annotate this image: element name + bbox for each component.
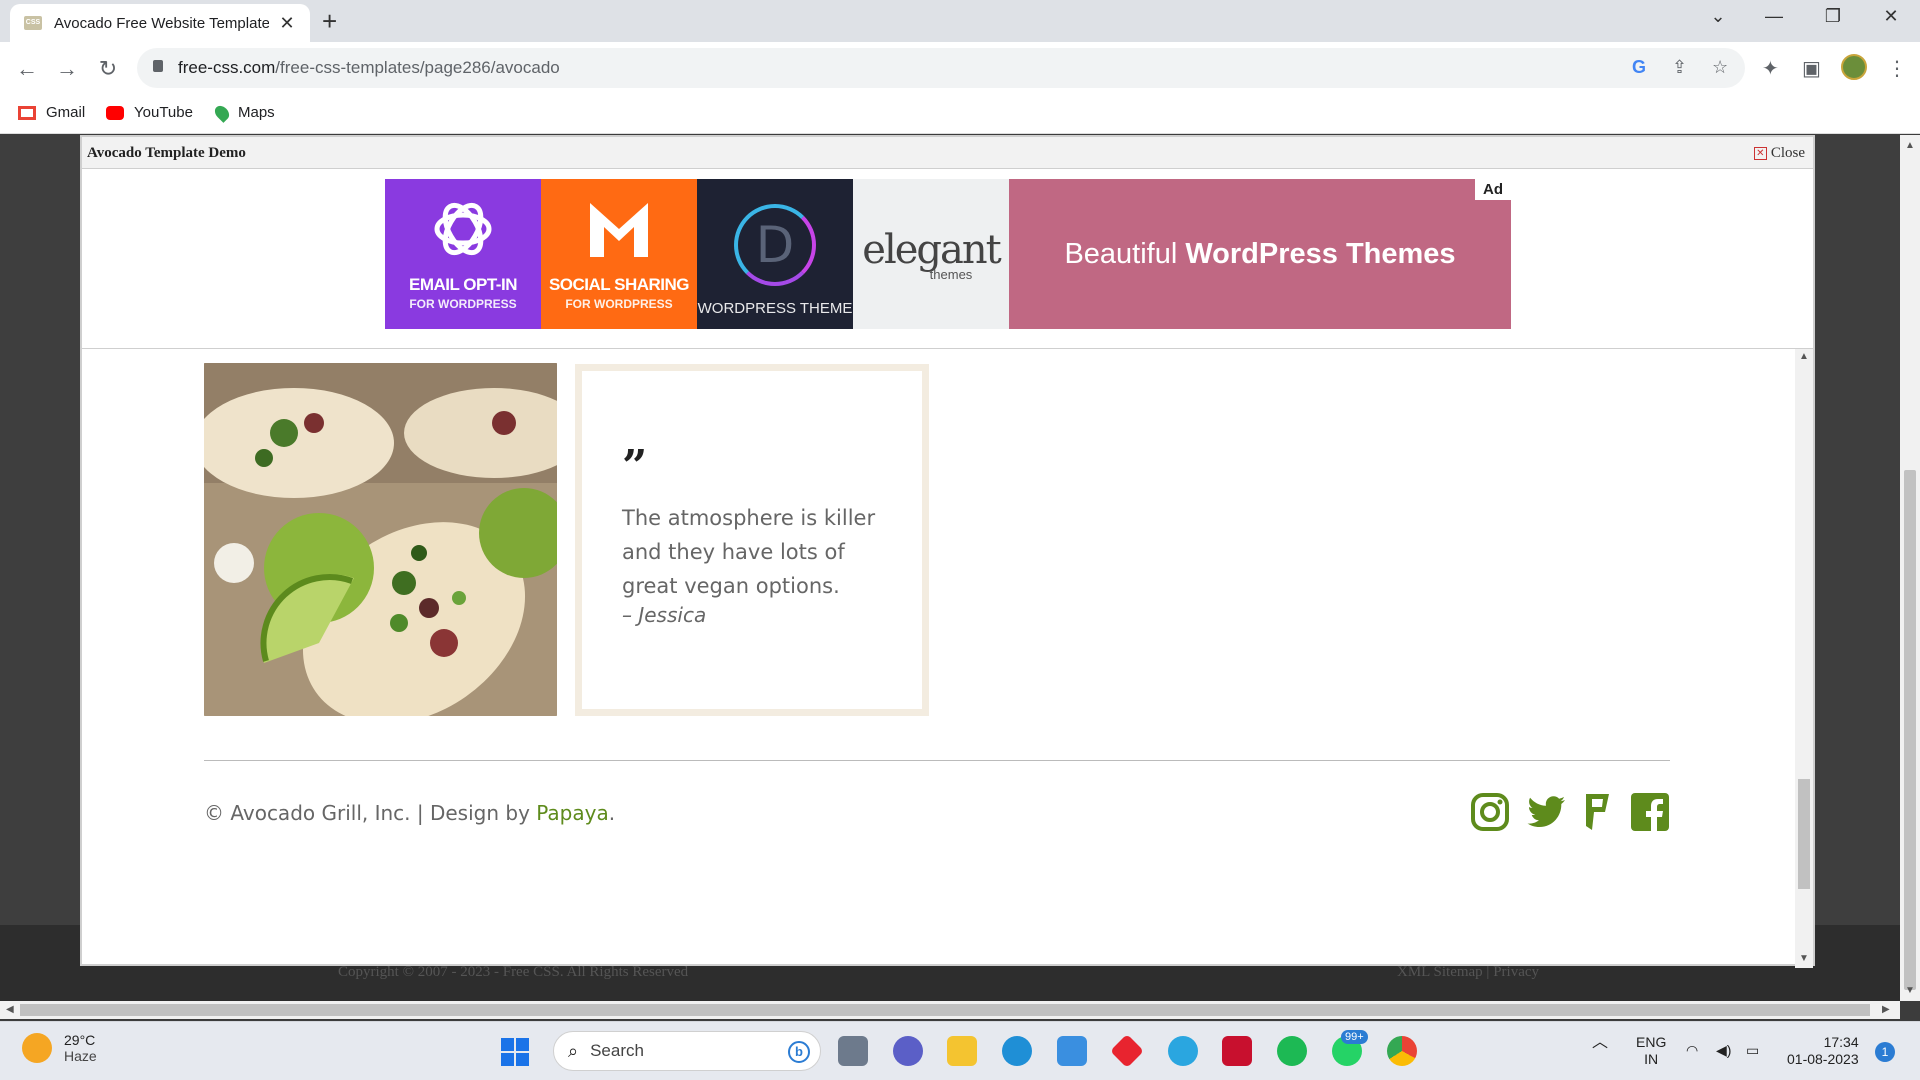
url-text[interactable]: free-css.com/free-css-templates/page286/… (178, 58, 560, 78)
ad-label: Ad (1475, 179, 1511, 200)
back-icon[interactable]: ← (12, 56, 42, 82)
ad-tile-email-optin[interactable]: EMAIL OPT-IN FOR WORDPRESS (385, 179, 541, 329)
google-icon[interactable]: G (1632, 57, 1646, 78)
weather-widget[interactable]: 29°C Haze (22, 1032, 97, 1064)
address-bar[interactable]: free-css.com/free-css-templates/page286/… (137, 48, 1745, 88)
bookmark-gmail[interactable]: Gmail (18, 104, 85, 121)
ad-divider (82, 348, 1813, 349)
wifi-icon[interactable]: ◠ (1686, 1042, 1698, 1059)
demo-header: Avocado Template Demo ✕ Close (82, 137, 1813, 169)
youtube-icon (106, 105, 124, 120)
page-vertical-scrollbar[interactable]: ▲ ▼ (1900, 135, 1920, 1001)
reload-icon[interactable]: ↻ (93, 56, 123, 82)
testimonial-text: The atmosphere is killer and they have l… (622, 506, 876, 598)
taco-photo (204, 363, 557, 716)
scroll-up-icon[interactable]: ▲ (1905, 140, 1915, 151)
bloom-logo-icon (434, 202, 492, 256)
bookmark-youtube[interactable]: YouTube (106, 104, 193, 121)
battery-icon[interactable]: ▭ (1746, 1042, 1759, 1059)
demo-scrollbar-thumb[interactable] (1798, 779, 1810, 889)
facebook-icon[interactable] (1630, 792, 1670, 832)
taco-image (204, 363, 557, 716)
haze-weather-icon (22, 1033, 52, 1063)
tab-search-chevron-icon[interactable]: ⌄ (1703, 6, 1733, 27)
hscrollbar-thumb[interactable] (20, 1004, 1870, 1016)
profile-avatar[interactable] (1841, 54, 1867, 80)
bookmark-star-icon[interactable]: ☆ (1712, 57, 1728, 78)
anydesk-icon[interactable] (1110, 1034, 1144, 1068)
task-view-icon[interactable] (838, 1036, 868, 1066)
demo-scroll-up-icon[interactable]: ▲ (1799, 351, 1809, 362)
footer-divider (204, 760, 1670, 761)
page-horizontal-scrollbar[interactable]: ◀ ▶ (0, 1001, 1900, 1019)
css-favicon-icon: CSS (24, 16, 42, 30)
page-footer-links[interactable]: XML Sitemap | Privacy (1397, 964, 1539, 981)
tab-title: Avocado Free Website Template (54, 14, 269, 32)
ad-tile-divi[interactable]: D WORDPRESS THEME (697, 179, 853, 329)
divi-logo-icon: D (734, 203, 816, 286)
close-x-icon[interactable]: ✕ (1753, 147, 1767, 160)
twitter-icon[interactable] (1527, 792, 1567, 832)
edge-icon[interactable] (1002, 1036, 1032, 1066)
side-panel-icon[interactable]: ▣ (1802, 56, 1821, 81)
taskbar-search[interactable]: ⌕ Search b (553, 1031, 821, 1071)
forward-icon[interactable]: → (52, 56, 82, 82)
ad-banner[interactable]: EMAIL OPT-IN FOR WORDPRESS SOCIAL SHARIN… (385, 179, 1511, 329)
maps-pin-icon (212, 102, 232, 123)
testimonial-author: – Jessica (622, 603, 707, 627)
clock[interactable]: 17:34 01-08-2023 (1787, 1034, 1859, 1068)
teams-chat-icon[interactable] (893, 1036, 923, 1066)
page-footer-copyright: Copyright © 2007 - 2023 - Free CSS. All … (338, 964, 689, 980)
papaya-link[interactable]: Papaya (536, 801, 608, 825)
bookmarks-bar: Gmail YouTube Maps (0, 98, 1920, 134)
demo-scrollbar[interactable]: ▲ ▼ (1795, 349, 1813, 968)
scroll-right-icon[interactable]: ▶ (1882, 1004, 1890, 1015)
ms-store-icon[interactable] (1057, 1036, 1087, 1066)
quote-mark-icon: ” (622, 441, 648, 492)
menu-kebab-icon[interactable]: ⋮ (1887, 56, 1907, 81)
whatsapp-badge: 99+ (1341, 1030, 1368, 1044)
scroll-left-icon[interactable]: ◀ (6, 1004, 14, 1015)
monarch-logo-icon (590, 203, 648, 257)
ad-tile-elegant-themes[interactable]: elegant themes (853, 179, 1009, 329)
language-indicator[interactable]: ENG IN (1636, 1034, 1666, 1068)
browser-toolbar: ← → ↻ free-css.com/free-css-templates/pa… (0, 42, 1920, 98)
extensions-icon[interactable]: ✦ (1762, 56, 1779, 81)
volume-icon[interactable]: ◀) (1716, 1042, 1731, 1059)
ad-tile-social-sharing[interactable]: SOCIAL SHARING FOR WORDPRESS (541, 179, 697, 329)
demo-title: Avocado Template Demo (87, 145, 246, 161)
template-demo-frame: Avocado Template Demo ✕ Close EMAIL OPT-… (80, 135, 1815, 968)
search-icon: ⌕ (568, 1040, 579, 1061)
window-close-icon[interactable]: ✕ (1876, 6, 1906, 27)
instagram-icon[interactable] (1470, 792, 1510, 832)
file-explorer-icon[interactable] (947, 1036, 977, 1066)
chrome-icon[interactable] (1387, 1036, 1417, 1066)
windows-start-icon[interactable] (501, 1038, 529, 1066)
scrollbar-thumb[interactable] (1904, 470, 1916, 990)
bing-icon[interactable]: b (788, 1041, 810, 1063)
ad-wordpress-themes[interactable]: Beautiful WordPress Themes Ad (1009, 179, 1511, 329)
show-hidden-icons-chevron-icon[interactable]: ︿ (1592, 1034, 1608, 1051)
demo-scroll-down-icon[interactable]: ▼ (1799, 953, 1809, 964)
browser-tab[interactable]: CSS Avocado Free Website Template ✕ (10, 4, 310, 42)
demo-close-button[interactable]: ✕ Close (1753, 145, 1805, 162)
close-tab-icon[interactable]: ✕ (276, 13, 298, 34)
spotify-icon[interactable] (1277, 1036, 1307, 1066)
gmail-icon (18, 105, 36, 120)
scroll-down-icon[interactable]: ▼ (1905, 985, 1915, 996)
bookmark-maps[interactable]: Maps (212, 102, 275, 123)
share-icon[interactable]: ⇪ (1672, 57, 1687, 78)
new-tab-icon[interactable]: + (322, 8, 337, 34)
notification-count-badge[interactable]: 1 (1875, 1042, 1895, 1062)
restore-icon[interactable]: ❐ (1818, 6, 1848, 27)
mcafee-icon[interactable] (1222, 1036, 1252, 1066)
tab-strip: CSS Avocado Free Website Template ✕ + ⌄ … (0, 0, 1920, 42)
windows-taskbar: 29°C Haze ⌕ Search b 99+ ︿ ENG IN ◠ ◀) ▭… (0, 1021, 1920, 1080)
foursquare-icon[interactable] (1582, 792, 1612, 832)
testimonial-card: ” The atmosphere is killer and they have… (575, 364, 929, 716)
lock-icon[interactable] (153, 60, 163, 72)
minimize-icon[interactable]: — (1759, 6, 1789, 27)
site-copyright: © Avocado Grill, Inc. | Design by Papaya… (204, 801, 616, 825)
help-icon[interactable] (1168, 1036, 1198, 1066)
